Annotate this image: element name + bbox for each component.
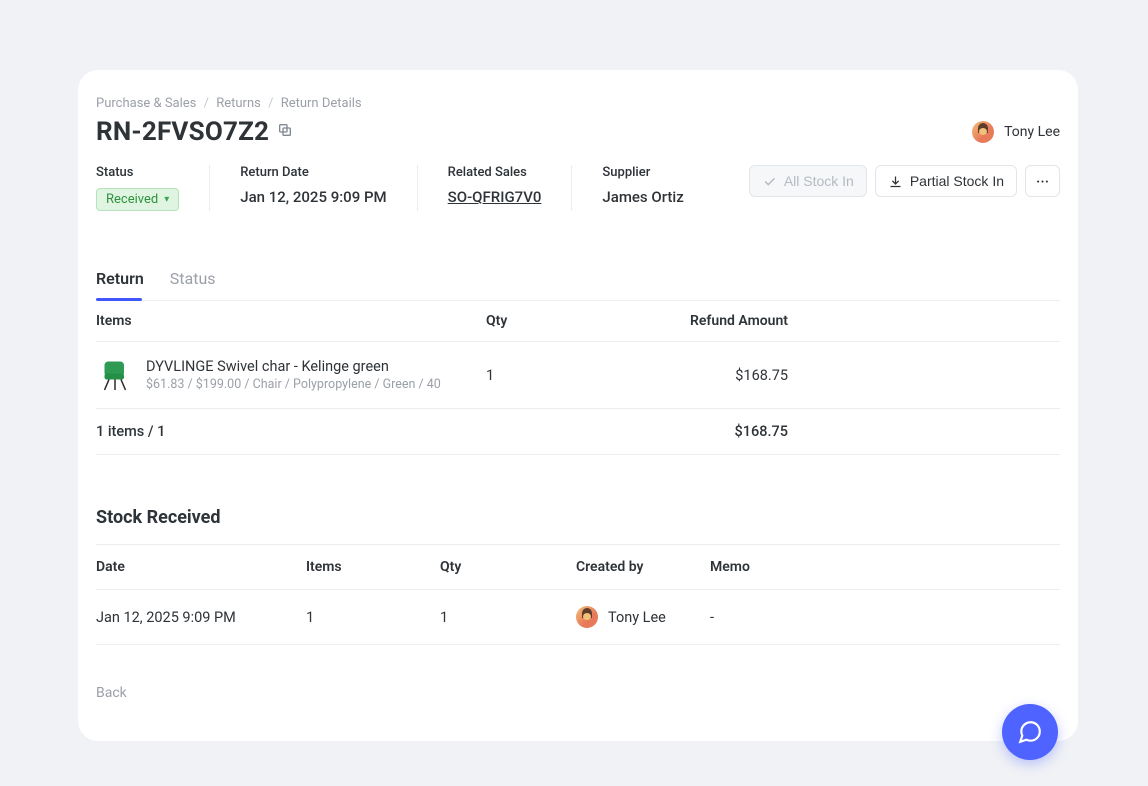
product-meta: $61.83 / $199.00 / Chair / Polypropylene…	[146, 377, 441, 392]
more-actions-button[interactable]	[1025, 165, 1060, 197]
partial-stock-in-label: Partial Stock In	[910, 173, 1004, 189]
breadcrumb-level3: Return Details	[281, 96, 362, 111]
footer-summary: 1 items / 1	[96, 423, 486, 440]
st-row-items: 1	[306, 609, 440, 626]
header-user[interactable]: Tony Lee	[972, 121, 1060, 143]
product-name: DYVLINGE Swivel char - Kelinge green	[146, 358, 441, 375]
stock-received-heading: Stock Received	[96, 507, 1060, 528]
title-block: RN-2FVSO7Z2	[96, 117, 293, 147]
meta-related-sales-value[interactable]: SO-QFRIG7V0	[448, 188, 542, 206]
breadcrumb: Purchase & Sales / Returns / Return Deta…	[96, 96, 1060, 111]
breadcrumb-level1[interactable]: Purchase & Sales	[96, 96, 196, 111]
breadcrumb-separator: /	[268, 96, 273, 111]
more-horizontal-icon	[1035, 174, 1050, 189]
return-table-footer: 1 items / 1 $168.75	[96, 409, 1060, 455]
meta-status: Status Received ▾	[96, 165, 210, 211]
partial-stock-in-button[interactable]: Partial Stock In	[875, 165, 1017, 197]
st-header-created: Created by	[576, 559, 710, 575]
product-image	[96, 356, 134, 394]
help-chat-button[interactable]	[1002, 704, 1058, 760]
footer-total: $168.75	[646, 423, 788, 440]
chair-icon	[97, 357, 133, 393]
st-header-memo: Memo	[710, 559, 830, 575]
col-header-items: Items	[96, 313, 486, 329]
meta-return-date-label: Return Date	[240, 165, 386, 180]
product-cell: DYVLINGE Swivel char - Kelinge green $61…	[96, 356, 486, 394]
all-stock-in-label: All Stock In	[784, 173, 854, 189]
product-info: DYVLINGE Swivel char - Kelinge green $61…	[146, 358, 441, 392]
tab-return[interactable]: Return	[96, 269, 144, 300]
page-title: RN-2FVSO7Z2	[96, 117, 269, 147]
meta-related-sales-label: Related Sales	[448, 165, 542, 180]
meta-status-label: Status	[96, 165, 179, 180]
status-badge[interactable]: Received ▾	[96, 188, 179, 211]
meta-row: Status Received ▾ Return Date Jan 12, 20…	[96, 165, 1060, 229]
meta-supplier: Supplier James Ortiz	[602, 165, 713, 211]
meta-related-sales: Related Sales SO-QFRIG7V0	[448, 165, 573, 211]
meta-left: Status Received ▾ Return Date Jan 12, 20…	[96, 165, 714, 211]
return-table: Items Qty Refund Amount DYVLINGE Swivel …	[96, 301, 1060, 455]
meta-return-date-value: Jan 12, 2025 9:09 PM	[240, 188, 386, 206]
st-header-qty: Qty	[440, 559, 576, 575]
back-link[interactable]: Back	[96, 685, 1060, 701]
content-card: Purchase & Sales / Returns / Return Deta…	[78, 70, 1078, 741]
user-name: Tony Lee	[1004, 124, 1060, 140]
caret-down-icon: ▾	[164, 194, 169, 205]
row-qty: 1	[486, 367, 646, 384]
breadcrumb-separator: /	[204, 96, 209, 111]
row-refund: $168.75	[646, 367, 788, 384]
actions-right: All Stock In Partial Stock In	[749, 165, 1060, 197]
st-row-date: Jan 12, 2025 9:09 PM	[96, 609, 306, 626]
copy-icon[interactable]	[277, 122, 293, 142]
avatar	[972, 121, 994, 143]
avatar	[576, 606, 598, 628]
meta-supplier-value: James Ortiz	[602, 188, 683, 206]
download-icon	[888, 174, 903, 189]
st-header-date: Date	[96, 559, 306, 575]
col-header-refund: Refund Amount	[646, 313, 788, 329]
check-icon	[762, 174, 777, 189]
st-row-qty: 1	[440, 609, 576, 626]
meta-return-date: Return Date Jan 12, 2025 9:09 PM	[240, 165, 417, 211]
title-row: RN-2FVSO7Z2 Tony Lee	[96, 117, 1060, 147]
breadcrumb-level2[interactable]: Returns	[216, 96, 261, 111]
all-stock-in-button: All Stock In	[749, 165, 867, 197]
col-header-qty: Qty	[486, 313, 646, 329]
chat-icon	[1017, 719, 1043, 745]
return-table-row: DYVLINGE Swivel char - Kelinge green $61…	[96, 342, 1060, 409]
stock-table: Date Items Qty Created by Memo Jan 12, 2…	[96, 544, 1060, 645]
tab-status[interactable]: Status	[170, 269, 216, 300]
stock-table-row: Jan 12, 2025 9:09 PM 1 1 Tony Lee -	[96, 590, 1060, 645]
meta-supplier-label: Supplier	[602, 165, 683, 180]
st-row-created: Tony Lee	[576, 606, 710, 628]
st-header-items: Items	[306, 559, 440, 575]
st-row-memo: -	[710, 609, 830, 626]
tabs: Return Status	[96, 269, 1060, 301]
status-value: Received	[106, 192, 158, 207]
st-row-created-name: Tony Lee	[608, 609, 666, 626]
return-table-header: Items Qty Refund Amount	[96, 301, 1060, 342]
stock-table-header: Date Items Qty Created by Memo	[96, 544, 1060, 590]
